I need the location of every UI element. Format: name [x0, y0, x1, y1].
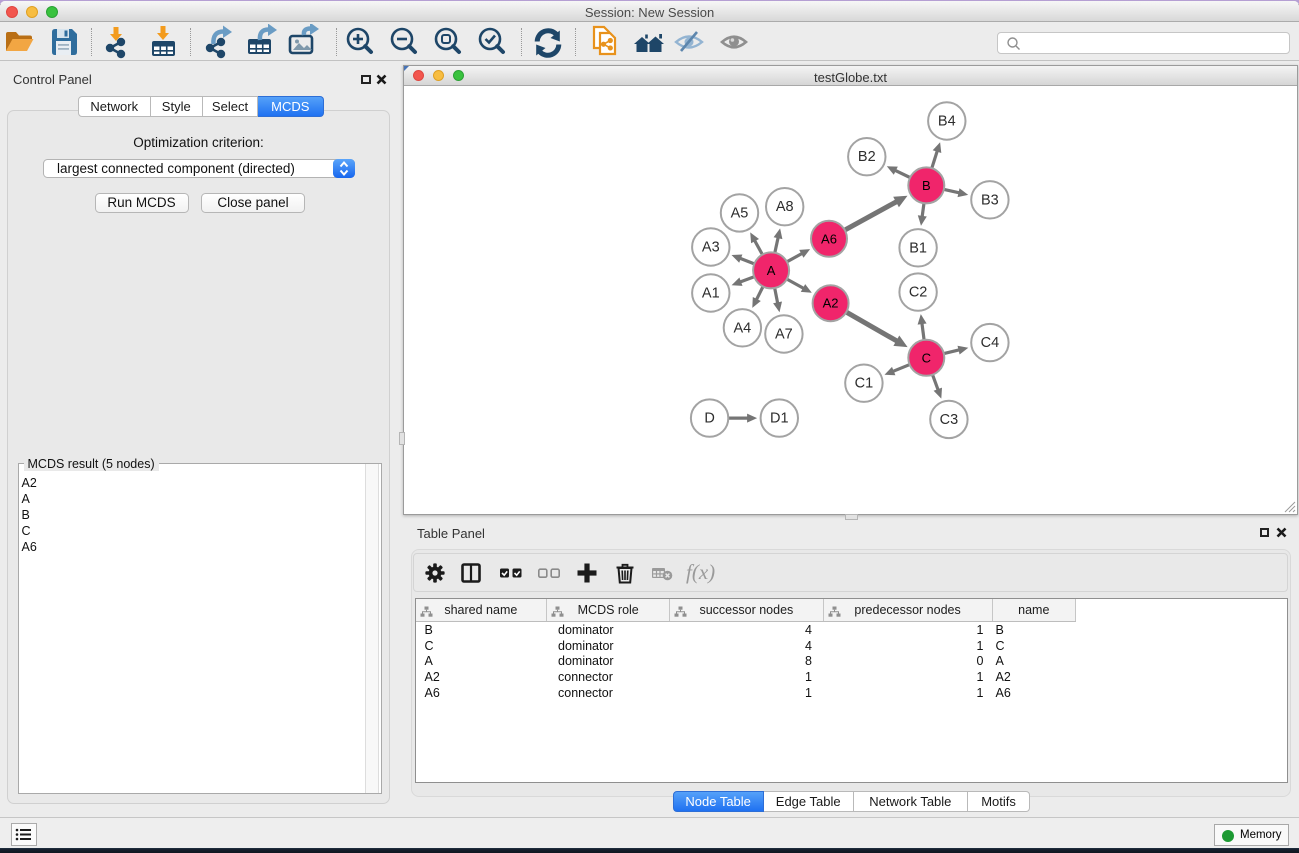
svg-text:A6: A6 — [821, 231, 837, 246]
svg-text:A1: A1 — [702, 286, 720, 302]
svg-text:C3: C3 — [940, 412, 959, 428]
svg-text:A3: A3 — [702, 240, 720, 256]
svg-text:C: C — [922, 350, 931, 365]
svg-text:A7: A7 — [775, 327, 793, 343]
svg-text:B2: B2 — [858, 149, 876, 165]
svg-text:D: D — [704, 411, 714, 427]
svg-text:A8: A8 — [776, 199, 794, 215]
svg-text:D1: D1 — [770, 411, 789, 427]
svg-text:C2: C2 — [909, 285, 928, 301]
svg-text:B4: B4 — [938, 114, 956, 130]
svg-text:B: B — [922, 178, 931, 193]
svg-text:B1: B1 — [909, 240, 927, 256]
svg-text:A4: A4 — [734, 320, 752, 336]
svg-text:A: A — [767, 263, 776, 278]
svg-text:B3: B3 — [981, 192, 999, 208]
svg-text:C4: C4 — [981, 335, 1000, 351]
svg-text:C1: C1 — [855, 376, 874, 392]
svg-text:A2: A2 — [823, 296, 839, 311]
svg-text:A5: A5 — [731, 205, 749, 221]
